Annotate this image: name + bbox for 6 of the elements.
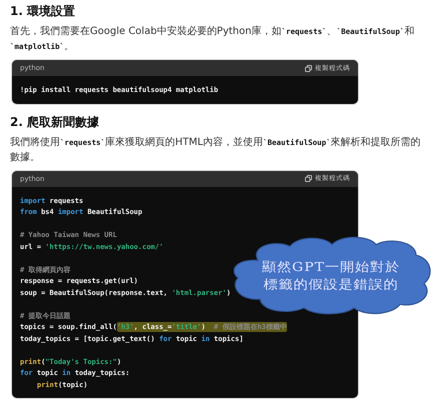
copy-icon — [305, 64, 312, 72]
section-heading: 2. 爬取新聞數據 — [10, 114, 100, 130]
callout-text: 顯然GPT一開始對於 — [262, 259, 400, 276]
callout-text: 標籤的假設是錯誤的 — [264, 277, 398, 294]
copy-icon — [305, 175, 312, 182]
section-heading: 1. 環境設置 — [10, 3, 76, 19]
